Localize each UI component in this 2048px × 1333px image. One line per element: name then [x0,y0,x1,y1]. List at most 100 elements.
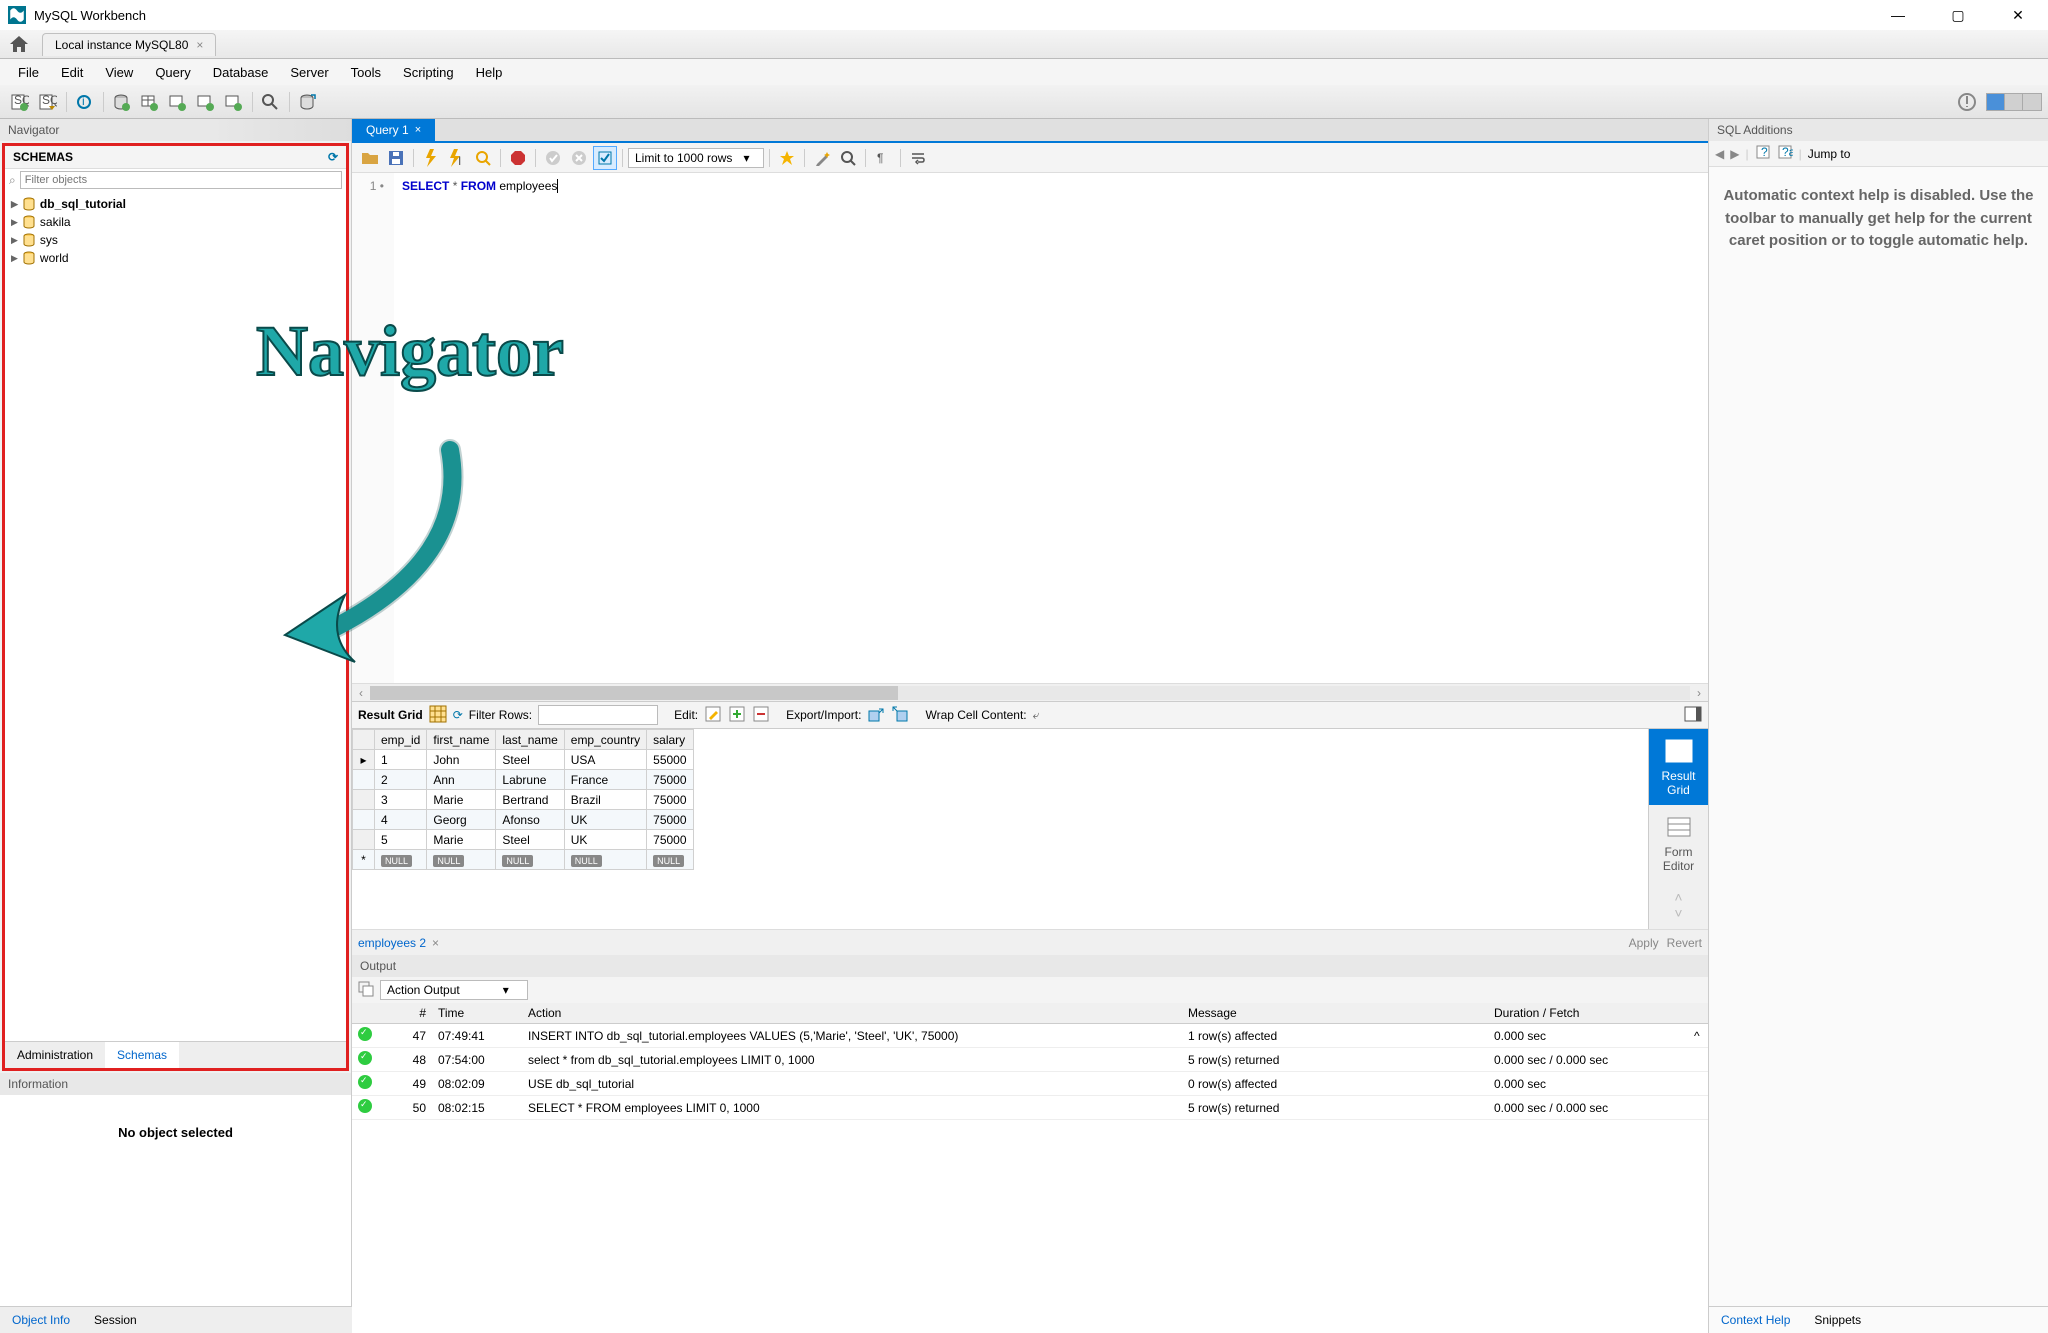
edit-icon[interactable] [704,705,722,726]
autocommit-icon[interactable] [593,146,617,170]
invisible-icon[interactable]: ¶ [871,146,895,170]
proc-create-icon[interactable] [192,89,218,115]
menu-tools[interactable]: Tools [341,61,391,84]
forward-icon[interactable]: ▶ [1730,147,1739,161]
schema-item[interactable]: ▶sakila [7,213,344,231]
back-icon[interactable]: ◀ [1715,147,1724,161]
result-grid[interactable]: emp_id first_name last_name emp_country … [352,729,694,870]
maximize-button[interactable]: ▢ [1928,0,1988,30]
execute-icon[interactable] [419,146,443,170]
ok-icon [358,1075,372,1089]
func-create-icon[interactable] [220,89,246,115]
explain-icon[interactable] [471,146,495,170]
editor-toolbar: I Limit to 1000 rows ▾ ¶ [352,143,1708,173]
schema-item[interactable]: ▶world [7,249,344,267]
sql-editor[interactable]: 1 • SELECT * FROM employees [352,173,1708,683]
pane-toggle[interactable] [1986,93,2042,111]
output-row: 4908:02:09USE db_sql_tutorial0 row(s) af… [352,1072,1708,1096]
stop-icon[interactable] [506,146,530,170]
add-row-icon[interactable] [728,705,746,726]
schema-item[interactable]: ▶db_sql_tutorial [7,195,344,213]
filter-input[interactable] [20,171,342,189]
svg-text:¶: ¶ [877,151,883,165]
connection-tab[interactable]: Local instance MySQL80 × [42,33,216,56]
menu-view[interactable]: View [95,61,143,84]
tab-snippets[interactable]: Snippets [1802,1307,1873,1333]
search-glyph-icon: ⌕ [9,173,16,188]
result-grid-tool[interactable]: Result Grid [1649,729,1708,805]
view-create-icon[interactable] [164,89,190,115]
connection-tab-bar: Local instance MySQL80 × [0,30,2048,59]
close-button[interactable]: ✕ [1988,0,2048,30]
titlebar: MySQL Workbench — ▢ ✕ [0,0,2048,30]
refresh-icon[interactable]: ⟳ [453,708,463,722]
save-icon[interactable] [384,146,408,170]
table-create-icon[interactable] [136,89,162,115]
output-row: 5008:02:15SELECT * FROM employees LIMIT … [352,1096,1708,1120]
new-sql-tab-icon[interactable]: SQL [6,89,32,115]
inspector-icon[interactable]: i [71,89,97,115]
close-icon[interactable]: × [432,936,439,950]
delete-row-icon[interactable] [752,705,770,726]
db-create-icon[interactable] [108,89,134,115]
beautify-icon[interactable] [810,146,834,170]
grid-icon[interactable] [429,705,447,726]
tab-schemas[interactable]: Schemas [105,1042,179,1068]
import-icon[interactable] [891,705,909,726]
result-tab[interactable]: employees 2 × [358,936,439,950]
nav-arrows[interactable]: ˄˅ [1649,881,1708,929]
menu-server[interactable]: Server [280,61,338,84]
help-icon[interactable]: ? [1755,144,1771,163]
warning-icon[interactable] [1954,89,1980,115]
revert-button[interactable]: Revert [1667,936,1702,950]
favorite-icon[interactable] [775,146,799,170]
result-toolbar: Result Grid ⟳ Filter Rows: Edit: Export/… [352,701,1708,729]
wrap-icon[interactable] [906,146,930,170]
export-icon[interactable] [867,705,885,726]
output-selector[interactable]: Action Output ▾ [380,980,528,1000]
limit-selector[interactable]: Limit to 1000 rows ▾ [628,148,764,168]
editor-scrollbar[interactable]: ‹› [352,683,1708,701]
panel-toggle-icon[interactable] [1684,706,1702,725]
open-sql-icon[interactable]: SQL [34,89,60,115]
query-tab[interactable]: Query 1 × [352,119,435,141]
refresh-icon[interactable]: ⟳ [328,150,338,164]
ok-icon [358,1051,372,1065]
tab-session[interactable]: Session [82,1307,149,1333]
result-grid-label: Result Grid [358,708,423,722]
svg-text:i: i [82,94,85,108]
home-icon[interactable] [6,33,32,55]
menu-database[interactable]: Database [203,61,279,84]
wrap-cell-icon[interactable]: ⤶ [1033,708,1040,723]
svg-text:?a: ?a [1782,145,1793,159]
menu-file[interactable]: File [8,61,49,84]
menu-scripting[interactable]: Scripting [393,61,464,84]
open-file-icon[interactable] [358,146,382,170]
execute-current-icon[interactable]: I [445,146,469,170]
menu-edit[interactable]: Edit [51,61,93,84]
output-window-icon[interactable] [358,981,374,1000]
menu-help[interactable]: Help [466,61,513,84]
rollback-icon[interactable] [567,146,591,170]
reconnect-icon[interactable] [294,89,320,115]
form-editor-tool[interactable]: Form Editor [1649,805,1708,881]
tab-administration[interactable]: Administration [5,1042,105,1068]
search-icon[interactable] [257,89,283,115]
tab-object-info[interactable]: Object Info [0,1307,82,1333]
information-header: Information [0,1073,351,1095]
schema-list: ▶db_sql_tutorial ▶sakila ▶sys ▶world [5,191,346,1041]
jump-label[interactable]: Jump to [1808,147,1851,161]
minimize-button[interactable]: — [1868,0,1928,30]
tab-context-help[interactable]: Context Help [1709,1307,1802,1333]
find-icon[interactable] [836,146,860,170]
close-icon[interactable]: × [415,124,421,136]
close-icon[interactable]: × [196,38,203,52]
schema-item[interactable]: ▶sys [7,231,344,249]
filter-rows-input[interactable] [538,705,658,725]
main-toolbar: SQL SQL i [0,85,2048,119]
commit-icon[interactable] [541,146,565,170]
apply-button[interactable]: Apply [1629,936,1659,950]
menu-query[interactable]: Query [145,61,200,84]
svg-text:I: I [458,154,461,167]
auto-help-icon[interactable]: ?a [1777,144,1793,163]
